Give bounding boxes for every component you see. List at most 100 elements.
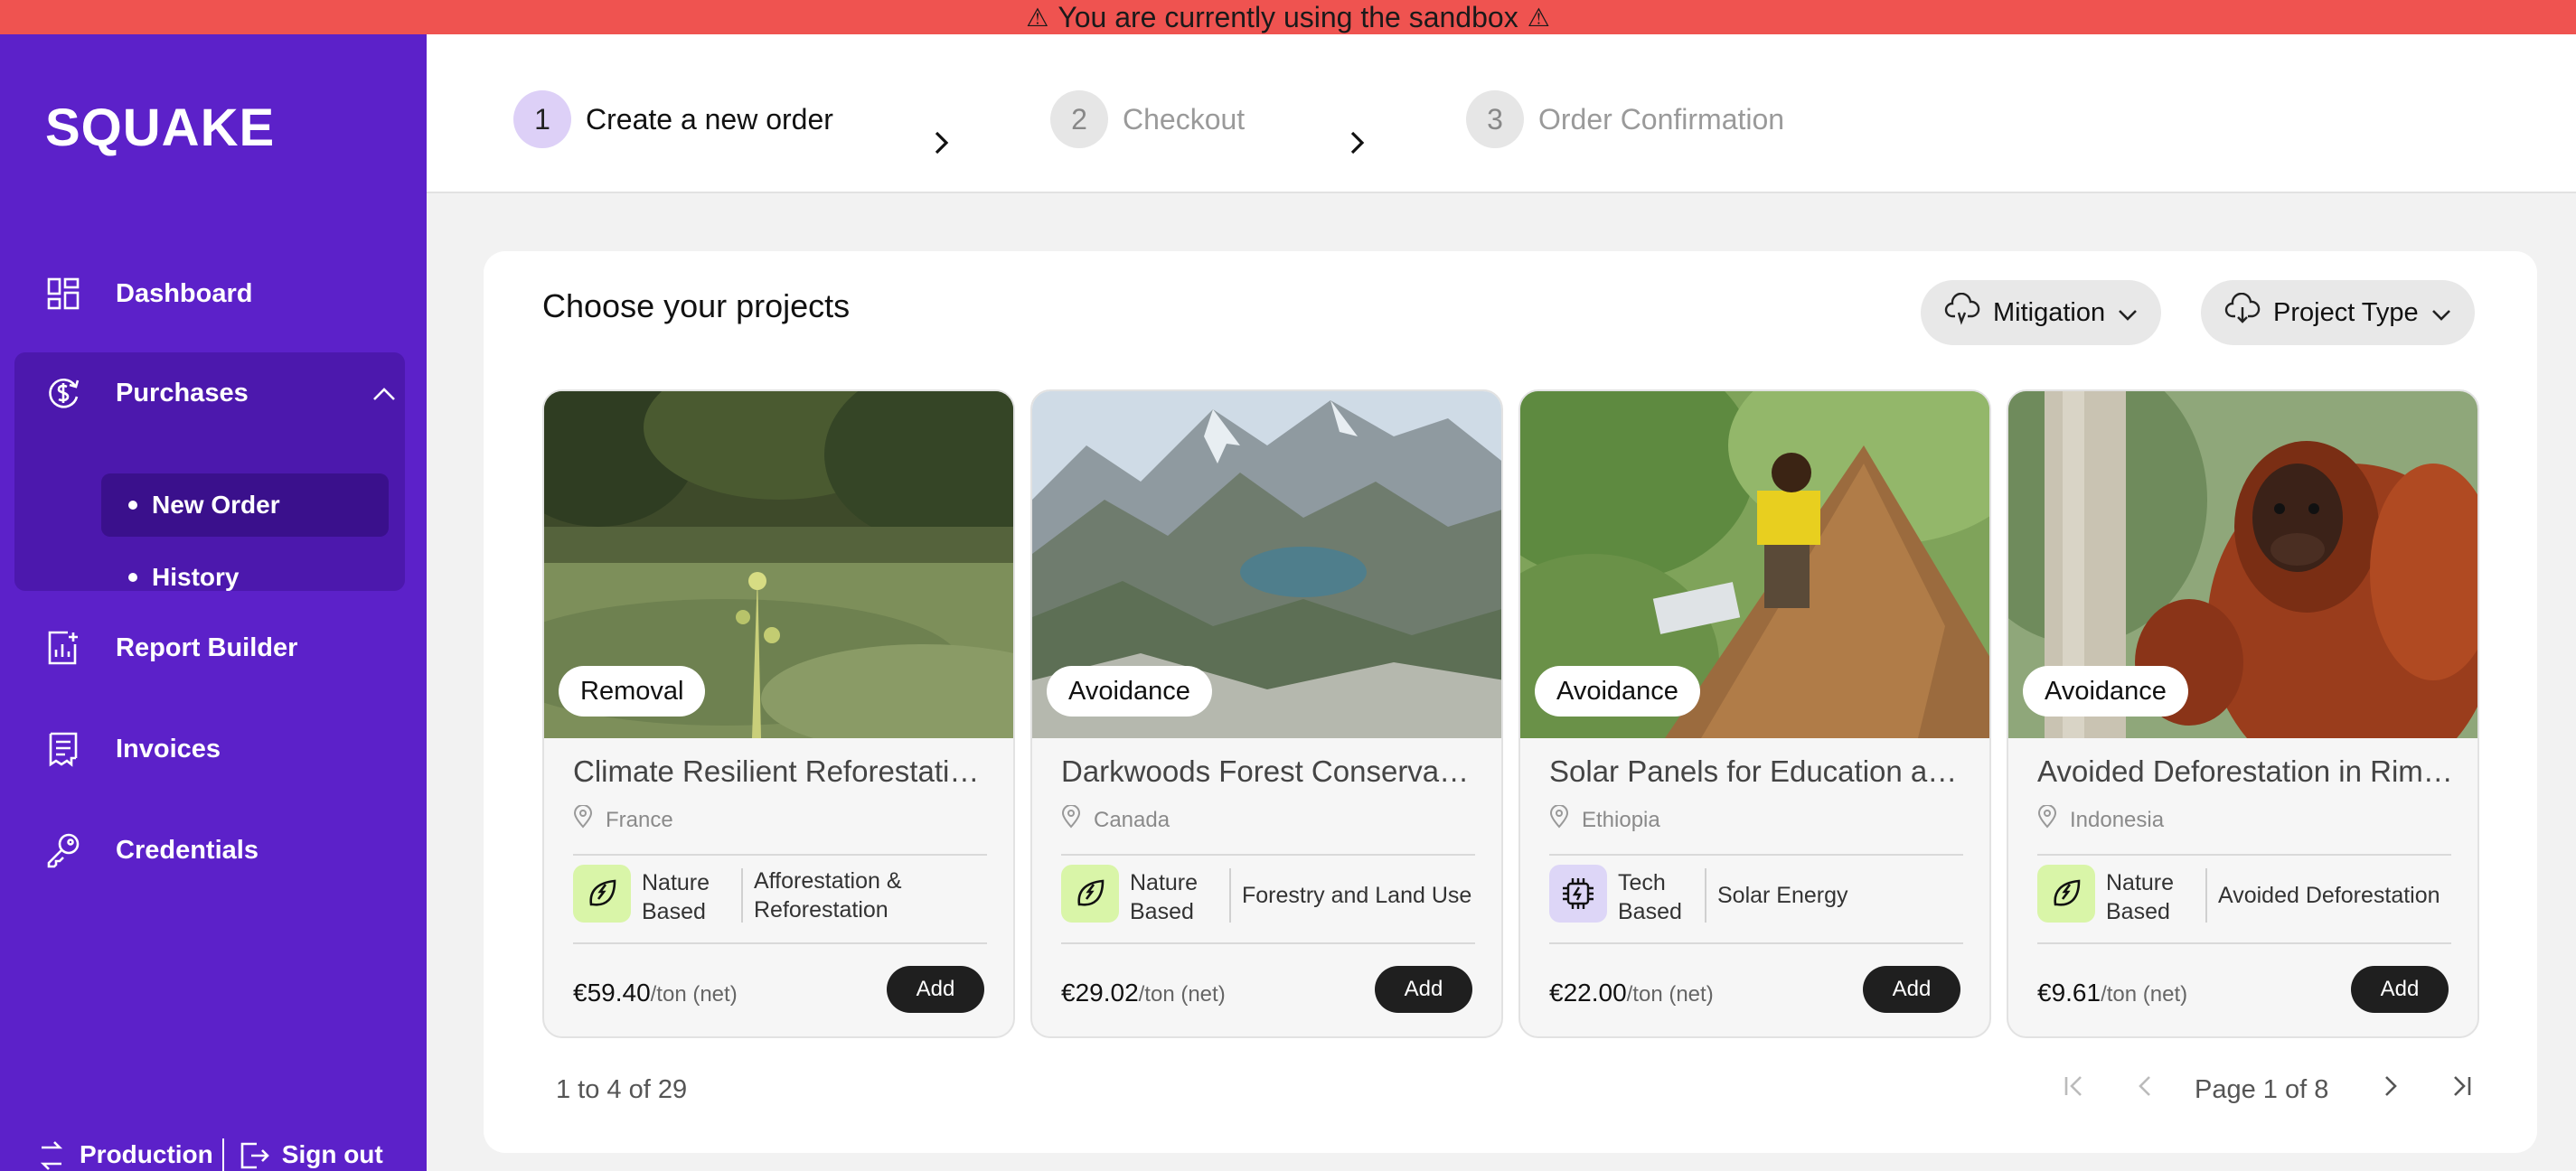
price-value: €29.02 bbox=[1061, 979, 1139, 1007]
step-create-order[interactable]: 1 Create a new order bbox=[513, 90, 833, 148]
environment-switch-button[interactable]: Production bbox=[0, 1138, 213, 1171]
purchases-icon bbox=[45, 375, 81, 411]
chevron-down-icon bbox=[2118, 298, 2138, 328]
project-type-tag: Removal bbox=[559, 666, 706, 717]
project-card[interactable]: Avoidance Solar Panels for Education and… bbox=[1518, 389, 1991, 1038]
filter-label: Project Type bbox=[2273, 297, 2419, 327]
previous-page-icon[interactable] bbox=[2127, 1064, 2163, 1108]
project-title[interactable]: Darkwoods Forest Conservation bbox=[1061, 754, 1477, 789]
invoices-icon bbox=[45, 731, 81, 767]
sidebar-subitem-new-order[interactable]: New Order bbox=[101, 473, 389, 537]
project-title[interactable]: Climate Resilient Reforestation Kenya bbox=[573, 754, 989, 789]
first-page-icon[interactable] bbox=[2056, 1064, 2092, 1108]
project-type-tag: Avoidance bbox=[1535, 666, 1700, 717]
project-location: France bbox=[573, 804, 673, 835]
sidebar-item-dashboard[interactable]: Dashboard bbox=[0, 253, 427, 334]
sidebar-item-invoices[interactable]: Invoices bbox=[0, 708, 427, 790]
switch-icon bbox=[36, 1140, 67, 1171]
step-checkout[interactable]: 2 Checkout bbox=[1050, 90, 1245, 148]
last-page-icon[interactable] bbox=[2443, 1064, 2479, 1108]
subcategory-line: Forestry and Land Use bbox=[1242, 883, 1472, 908]
step-label: Order Confirmation bbox=[1538, 102, 1785, 136]
project-category: Nature Based bbox=[1130, 868, 1198, 926]
project-type-tag: Avoidance bbox=[2023, 666, 2188, 717]
price-unit: /ton (net) bbox=[650, 982, 738, 1007]
mitigation-filter[interactable]: Mitigation bbox=[1921, 280, 2162, 345]
next-page-icon[interactable] bbox=[2373, 1064, 2409, 1108]
dashboard-icon bbox=[45, 276, 81, 312]
step-number: 3 bbox=[1466, 90, 1524, 148]
location-pin-icon bbox=[1061, 804, 1081, 835]
bullet-icon bbox=[128, 501, 137, 510]
project-type-tag: Avoidance bbox=[1047, 666, 1212, 717]
project-category: Nature Based bbox=[642, 868, 710, 926]
squake-logo[interactable]: SQUAKE bbox=[45, 98, 275, 158]
sidebar: SQUAKE Dashboard Purchases New Order His… bbox=[0, 34, 427, 1171]
price-value: €9.61 bbox=[2037, 979, 2101, 1007]
sign-out-button[interactable]: Sign out bbox=[224, 1138, 383, 1171]
project-location: Canada bbox=[1061, 804, 1170, 835]
chip-icon bbox=[1549, 865, 1607, 923]
sidebar-subitem-history[interactable]: History bbox=[101, 546, 389, 609]
order-stepper: 1 Create a new order 2 Checkout 3 Order … bbox=[427, 34, 2576, 193]
price-unit: /ton (net) bbox=[1626, 982, 1714, 1007]
location-pin-icon bbox=[2037, 804, 2057, 835]
step-label: Checkout bbox=[1123, 102, 1246, 136]
project-type-filter[interactable]: Project Type bbox=[2201, 280, 2475, 345]
divider bbox=[2037, 854, 2451, 856]
sidebar-item-purchases[interactable]: Purchases bbox=[0, 352, 427, 434]
add-project-button[interactable]: Add bbox=[887, 966, 984, 1013]
category-line: Based bbox=[642, 899, 706, 924]
sidebar-item-label: Purchases bbox=[116, 378, 249, 408]
project-card[interactable]: Avoidance Avoided Deforestation in Rimba… bbox=[2007, 389, 2479, 1038]
project-card[interactable]: Avoidance Darkwoods Forest Conservation … bbox=[1030, 389, 1503, 1038]
sidebar-footer: Production Sign out bbox=[0, 1138, 427, 1171]
divider bbox=[741, 868, 743, 923]
chevron-down-icon bbox=[2431, 298, 2451, 328]
project-category: Tech Based bbox=[1618, 868, 1682, 926]
sidebar-item-report-builder[interactable]: Report Builder bbox=[0, 607, 427, 689]
chevron-right-icon bbox=[933, 130, 951, 160]
step-label: Create a new order bbox=[586, 102, 833, 136]
add-project-button[interactable]: Add bbox=[1863, 966, 1960, 1013]
add-project-button[interactable]: Add bbox=[1375, 966, 1472, 1013]
divider bbox=[1705, 868, 1706, 923]
project-subcategory: Solar Energy bbox=[1717, 868, 1848, 923]
project-price: €59.40/ton (net) bbox=[573, 979, 738, 1007]
sidebar-item-label: Invoices bbox=[116, 734, 221, 763]
sidebar-subitem-label: History bbox=[152, 563, 240, 591]
sidebar-item-label: Report Builder bbox=[116, 632, 298, 662]
price-value: €22.00 bbox=[1549, 979, 1627, 1007]
divider bbox=[573, 942, 987, 944]
price-unit: /ton (net) bbox=[2101, 982, 2188, 1007]
project-title[interactable]: Solar Panels for Education and Health bbox=[1549, 754, 1965, 789]
add-project-button[interactable]: Add bbox=[2351, 966, 2449, 1013]
category-line: Based bbox=[2106, 899, 2170, 924]
category-line: Nature bbox=[642, 870, 710, 895]
page-indicator: Page 1 of 8 bbox=[2195, 1075, 2329, 1104]
report-builder-icon bbox=[45, 630, 81, 666]
leaf-icon bbox=[573, 865, 631, 923]
purchases-group: Purchases New Order History bbox=[14, 352, 405, 591]
divider bbox=[1549, 942, 1963, 944]
project-title[interactable]: Avoided Deforestation in Rimba Raya bbox=[2037, 754, 2453, 789]
divider bbox=[1549, 854, 1963, 856]
divider bbox=[1061, 854, 1475, 856]
project-subcategory: Afforestation & Reforestation bbox=[754, 868, 902, 923]
category-line: Based bbox=[1130, 899, 1194, 924]
divider bbox=[1229, 868, 1231, 923]
pagination-range: 1 to 4 of 29 bbox=[556, 1075, 688, 1104]
price-value: €59.40 bbox=[573, 979, 651, 1007]
project-card[interactable]: Removal Climate Resilient Reforestation … bbox=[542, 389, 1015, 1038]
step-order-confirmation[interactable]: 3 Order Confirmation bbox=[1466, 90, 1784, 148]
project-category: Nature Based bbox=[2106, 868, 2174, 926]
step-number: 2 bbox=[1050, 90, 1108, 148]
sandbox-banner-text: You are currently using the sandbox bbox=[1058, 0, 1518, 33]
project-selection-panel: Choose your projects Mitigation Project … bbox=[484, 251, 2537, 1153]
sidebar-subitem-label: New Order bbox=[152, 491, 280, 519]
sidebar-item-label: Dashboard bbox=[116, 278, 253, 308]
leaf-icon bbox=[1061, 865, 1119, 923]
sidebar-item-credentials[interactable]: Credentials bbox=[0, 810, 427, 891]
category-line: Nature bbox=[2106, 870, 2175, 895]
chevron-up-icon[interactable] bbox=[372, 387, 396, 406]
